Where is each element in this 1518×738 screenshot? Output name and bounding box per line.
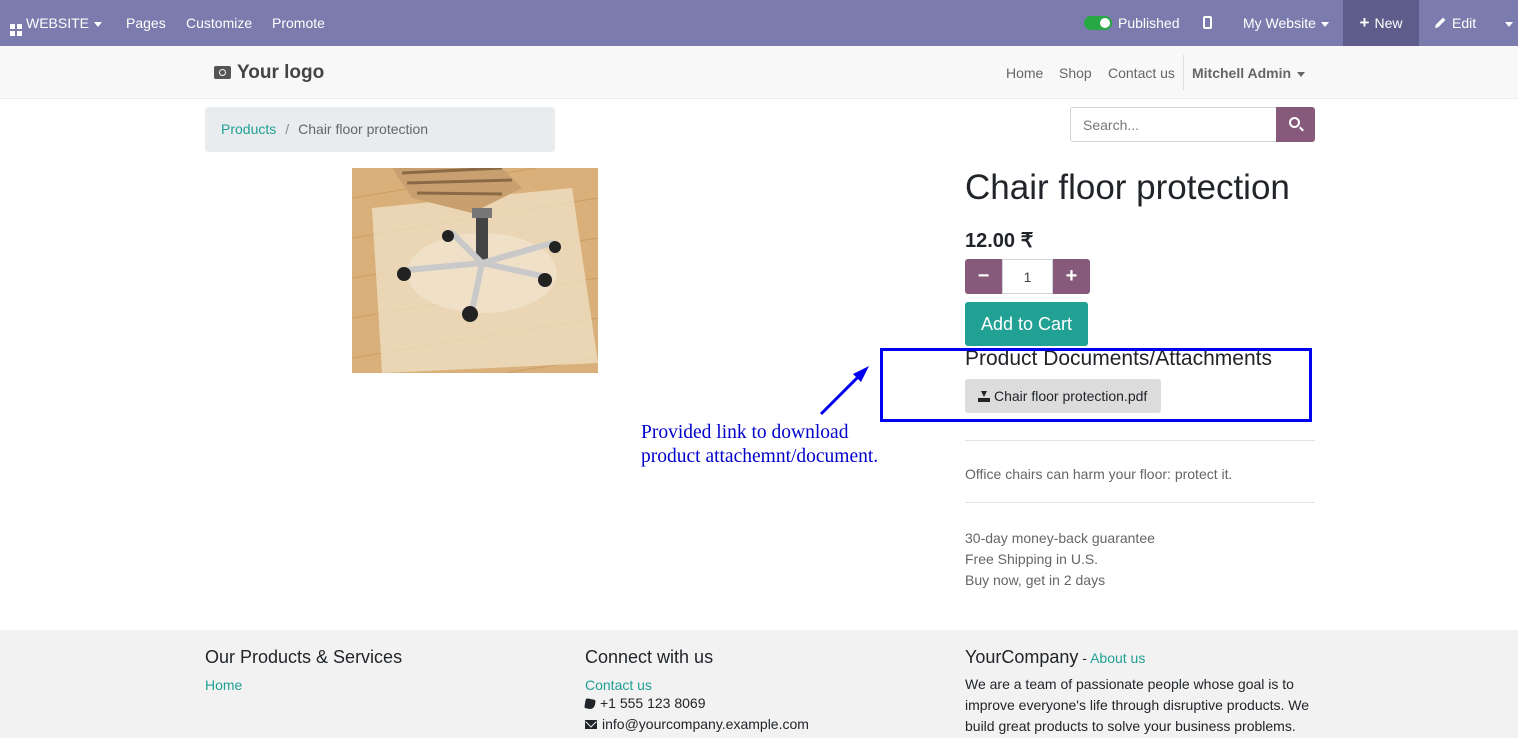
site-logo[interactable]: Your logo	[214, 62, 324, 84]
annotation-arrow	[819, 366, 869, 416]
caret-down-icon	[94, 21, 103, 27]
edit-button[interactable]: Edit	[1434, 0, 1476, 46]
footer: Our Products & Services Home Connect wit…	[0, 630, 1518, 738]
footer-about-line: build great products to solve your busin…	[965, 718, 1296, 734]
site-header: Your logo Home Shop Contact us Mitchell …	[0, 46, 1518, 99]
footer-home-link[interactable]: Home	[205, 677, 402, 693]
toggle-switch-icon	[1084, 16, 1112, 30]
user-name: Mitchell Admin	[1192, 65, 1292, 81]
product-terms: 30-day money-back guarantee Free Shippin…	[965, 528, 1155, 591]
footer-email: info@yourcompany.example.com	[585, 714, 809, 735]
footer-phone-text: +1 555 123 8069	[600, 695, 706, 711]
footer-connect-column: Connect with us Contact us +1 555 123 80…	[584, 647, 809, 735]
search-icon	[1289, 117, 1300, 128]
breadcrumb-current: Chair floor protection	[298, 121, 429, 137]
footer-about-line: We are a team of passionate people whose…	[965, 676, 1294, 692]
term-money-back: 30-day money-back guarantee	[965, 530, 1155, 546]
camera-icon	[214, 66, 231, 79]
caret-down-icon	[1320, 21, 1329, 27]
breadcrumb-separator: /	[285, 121, 290, 137]
caret-down-icon	[1505, 21, 1513, 27]
footer-phone: +1 555 123 8069	[584, 693, 809, 714]
quantity-decrease-button[interactable]: −	[965, 259, 1002, 294]
nav-divider	[1183, 55, 1184, 90]
breadcrumb-products-link[interactable]: Products	[221, 121, 276, 137]
product-description: Office chairs can harm your floor: prote…	[965, 466, 1233, 482]
website-menu[interactable]: WEBSITE	[10, 0, 103, 46]
term-delivery: Buy now, get in 2 days	[965, 572, 1106, 588]
edit-label: Edit	[1452, 15, 1477, 31]
search-input[interactable]	[1070, 107, 1277, 142]
apps-grid-icon	[10, 24, 22, 36]
edit-dropdown-toggle[interactable]	[1500, 0, 1513, 46]
product-price: 12.00 ₹	[965, 230, 1034, 252]
nav-shop[interactable]: Shop	[1059, 65, 1092, 81]
pencil-icon	[1435, 17, 1446, 28]
footer-about-column: YourCompany - About us We are a team of …	[965, 647, 1309, 737]
footer-connect-title: Connect with us	[585, 647, 714, 667]
user-menu[interactable]: Mitchell Admin	[1192, 65, 1306, 81]
published-label: Published	[1118, 15, 1180, 31]
annotation-line-1: Provided link to download	[641, 422, 849, 443]
website-menu-label: WEBSITE	[26, 15, 90, 31]
footer-company-name: YourCompany	[965, 647, 1079, 667]
published-toggle[interactable]: Published	[1084, 0, 1180, 46]
product-image[interactable]	[352, 168, 598, 373]
quantity-increase-button[interactable]: +	[1053, 259, 1090, 294]
footer-about-text: We are a team of passionate people whose…	[965, 674, 1309, 737]
footer-products-title: Our Products & Services	[205, 647, 403, 667]
minus-icon: −	[977, 265, 990, 287]
mobile-preview-button[interactable]	[1203, 0, 1212, 46]
annotation-text: Provided link to download product attach…	[641, 421, 878, 469]
footer-contact-link[interactable]: Contact us	[585, 677, 809, 693]
search-button[interactable]	[1276, 107, 1315, 142]
term-free-shipping: Free Shipping in U.S.	[965, 551, 1099, 567]
new-button[interactable]: + New	[1343, 0, 1419, 46]
envelope-icon	[585, 720, 597, 729]
admin-bar: WEBSITE Pages Customize Promote Publishe…	[0, 0, 1518, 46]
product-title: Chair floor protection	[965, 168, 1290, 207]
my-website-label: My Website	[1243, 15, 1316, 31]
footer-dash: -	[1078, 650, 1091, 666]
annotation-highlight-box	[880, 348, 1312, 422]
breadcrumb: Products / Chair floor protection	[205, 107, 555, 152]
logo-text: Your logo	[237, 62, 325, 83]
promote-menu[interactable]: Promote	[272, 0, 325, 46]
annotation-line-2: product attachemnt/document.	[641, 446, 879, 467]
divider	[965, 502, 1315, 503]
phone-icon	[584, 698, 596, 710]
my-website-menu[interactable]: My Website	[1243, 0, 1329, 46]
nav-home[interactable]: Home	[1006, 65, 1043, 81]
new-label: New	[1374, 15, 1403, 31]
plus-icon: +	[1359, 13, 1370, 32]
footer-about-line: improve everyone's life through disrupti…	[965, 697, 1310, 713]
mobile-preview-icon	[1203, 16, 1212, 29]
footer-about-heading: YourCompany - About us	[965, 647, 1309, 669]
nav-contact-us[interactable]: Contact us	[1108, 65, 1175, 81]
add-to-cart-button[interactable]: Add to Cart	[965, 302, 1088, 346]
caret-down-icon	[1297, 71, 1306, 77]
pages-menu[interactable]: Pages	[126, 0, 166, 46]
footer-about-link[interactable]: About us	[1090, 650, 1145, 666]
footer-products-column: Our Products & Services Home	[205, 647, 402, 693]
divider	[965, 440, 1315, 441]
quantity-input[interactable]	[1002, 259, 1053, 294]
plus-icon: +	[1065, 265, 1078, 287]
customize-menu[interactable]: Customize	[186, 0, 252, 46]
footer-email-text: info@yourcompany.example.com	[602, 716, 809, 732]
chair-photo	[352, 168, 598, 373]
